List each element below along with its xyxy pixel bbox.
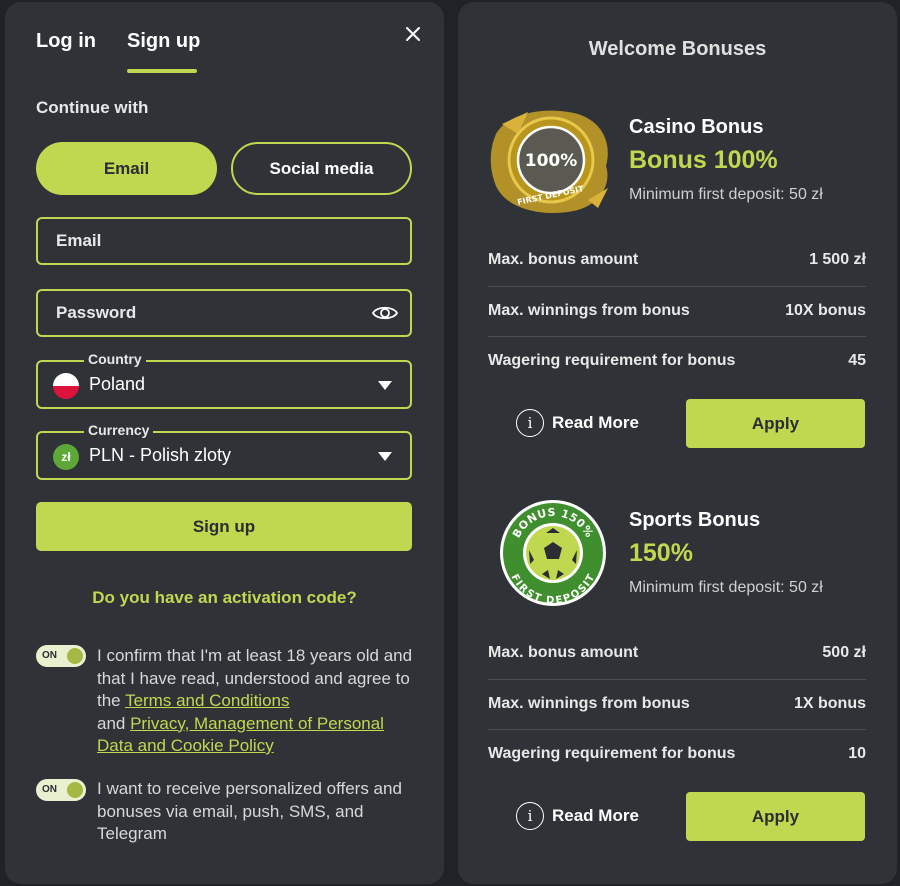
country-label: Country [84, 351, 146, 367]
signup-button[interactable]: Sign up [36, 502, 412, 551]
poland-flag-icon [53, 373, 79, 399]
casino-badge-percent: 100% [525, 151, 578, 171]
sports-apply-button[interactable]: Apply [686, 792, 865, 841]
password-input[interactable] [56, 291, 356, 335]
row-label: Wagering requirement for bonus [488, 745, 736, 762]
email-method-button[interactable]: Email [36, 142, 217, 195]
age-consent-toggle[interactable]: ON [36, 645, 86, 667]
tab-login[interactable]: Log in [36, 30, 96, 53]
country-value: Poland [89, 374, 146, 394]
row-value: 10X bonus [785, 302, 866, 319]
row-label: Max. bonus amount [488, 251, 639, 268]
row-value: 1X bonus [793, 695, 866, 712]
row-label: Max. winnings from bonus [488, 695, 690, 712]
info-icon: i [516, 802, 544, 830]
chevron-down-icon[interactable] [378, 452, 392, 461]
casino-bonus-badge: 100% FIRST DEPOSIT [490, 110, 608, 213]
age-consent-text: I confirm that I'm at least 18 years old… [97, 645, 417, 758]
sports-row-max-bonus: Max. bonus amount 500 zł [488, 628, 866, 678]
toggle-knob [67, 648, 83, 664]
sports-read-more-button[interactable]: i Read More [516, 802, 639, 830]
currency-value: PLN - Polish zloty [89, 445, 232, 465]
tab-signup[interactable]: Sign up [127, 30, 200, 53]
sports-bonus-badge: BONUS 150% FIRST DEPOSIT [500, 500, 606, 607]
read-more-label: Read More [552, 806, 639, 825]
row-value: 45 [848, 352, 866, 369]
casino-row-wagering: Wagering requirement for bonus 45 [488, 336, 866, 386]
row-value: 10 [848, 745, 866, 762]
sports-bonus-amount: 150% [629, 539, 693, 567]
welcome-bonuses-title: Welcome Bonuses [588, 38, 767, 60]
email-input[interactable] [56, 219, 356, 263]
close-icon[interactable] [401, 22, 425, 46]
offers-consent-text: I want to receive personalized offers an… [97, 779, 402, 843]
currency-select[interactable]: Currency zł PLN - Polish zloty [36, 422, 412, 480]
toggle-state-label: ON [42, 650, 57, 661]
read-more-label: Read More [552, 413, 639, 432]
casino-row-max-winnings: Max. winnings from bonus 10X bonus [488, 286, 866, 336]
country-select[interactable]: Country Poland [36, 351, 412, 409]
auth-panel: Log in Sign up Continue with Email Socia… [5, 2, 444, 884]
casino-apply-button[interactable]: Apply [686, 399, 865, 448]
row-value: 500 zł [822, 644, 866, 661]
email-field [36, 217, 412, 265]
casino-read-more-button[interactable]: i Read More [516, 409, 639, 437]
terms-link[interactable]: Terms and Conditions [125, 691, 289, 710]
toggle-state-label: ON [42, 784, 57, 795]
row-label: Wagering requirement for bonus [488, 352, 736, 369]
consent-text-part: and [97, 713, 131, 733]
row-label: Max. winnings from bonus [488, 302, 690, 319]
row-label: Max. bonus amount [488, 644, 639, 661]
toggle-knob [67, 782, 83, 798]
social-media-method-button[interactable]: Social media [231, 142, 412, 195]
casino-bonus-amount: Bonus 100% [629, 146, 778, 174]
currency-symbol: zł [61, 450, 71, 464]
currency-label: Currency [84, 422, 154, 438]
eye-icon[interactable] [372, 302, 398, 324]
password-field [36, 289, 412, 337]
casino-min-deposit: Minimum first deposit: 50 zł [629, 186, 823, 203]
chevron-down-icon[interactable] [378, 381, 392, 390]
info-icon: i [516, 409, 544, 437]
zloty-currency-icon: zł [53, 444, 79, 470]
row-value: 1 500 zł [809, 251, 866, 268]
activation-code-link[interactable]: Do you have an activation code? [5, 588, 444, 608]
bonuses-panel: Welcome Bonuses 100% FIRST DEPOSIT Casin… [458, 2, 897, 884]
sports-row-wagering: Wagering requirement for bonus 10 [488, 729, 866, 779]
privacy-policy-link[interactable]: Privacy, Management of Personal Data and… [97, 714, 384, 756]
active-tab-indicator [127, 69, 197, 73]
casino-row-max-bonus: Max. bonus amount 1 500 zł [488, 235, 866, 285]
sports-min-deposit: Minimum first deposit: 50 zł [629, 579, 823, 596]
continue-with-label: Continue with [36, 98, 149, 117]
sports-row-max-winnings: Max. winnings from bonus 1X bonus [488, 679, 866, 729]
sports-bonus-title: Sports Bonus [629, 509, 761, 531]
casino-bonus-title: Casino Bonus [629, 116, 764, 138]
offers-consent-toggle[interactable]: ON [36, 779, 86, 801]
